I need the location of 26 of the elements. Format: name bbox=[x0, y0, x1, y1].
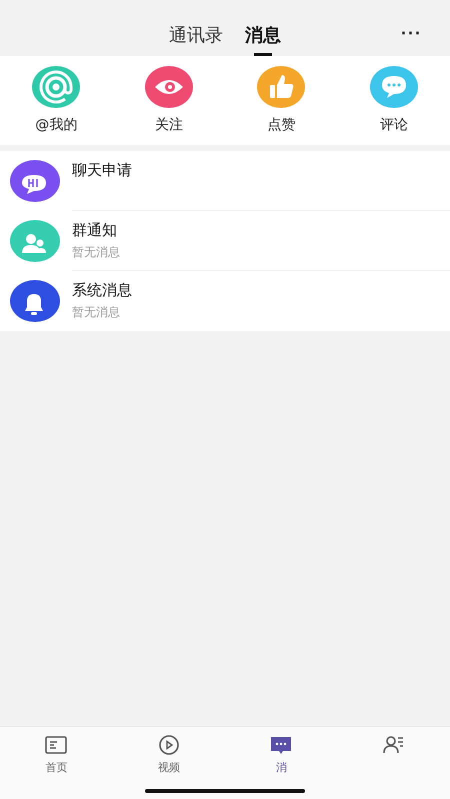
more-button[interactable]: ··· bbox=[395, 22, 428, 45]
news-icon bbox=[44, 734, 68, 756]
header-tab[interactable]: 消息 bbox=[245, 23, 281, 56]
tab-bar-item[interactable]: 消 bbox=[225, 733, 338, 789]
message-title[interactable]: 群通知 bbox=[72, 220, 450, 240]
thumbs-up-icon bbox=[257, 66, 306, 108]
at-sign-icon bbox=[32, 66, 80, 108]
message-title[interactable]: 聊天申请 bbox=[72, 161, 450, 180]
shortcut-button[interactable]: 点赞 bbox=[225, 65, 338, 135]
group-icon bbox=[10, 220, 60, 262]
eye-icon bbox=[144, 66, 193, 108]
tab-bar-item[interactable]: 视频 bbox=[112, 733, 225, 789]
shortcut-button[interactable]: @我的 bbox=[0, 65, 112, 135]
bell-icon bbox=[10, 280, 60, 322]
shortcut-button[interactable]: 评论 bbox=[338, 65, 450, 135]
profile-icon bbox=[382, 734, 406, 756]
header-tab[interactable]: 通讯录 bbox=[169, 23, 223, 56]
message-subtitle: 暂无消息 bbox=[72, 244, 121, 260]
message-title[interactable]: 系统消息 bbox=[72, 281, 450, 300]
shortcut-button[interactable]: 关注 bbox=[112, 65, 225, 135]
play-icon bbox=[156, 734, 181, 756]
chat-icon bbox=[269, 734, 294, 756]
comment-icon bbox=[370, 66, 418, 108]
chat-bubble-icon bbox=[10, 160, 60, 202]
message-subtitle: 暂无消息 bbox=[72, 304, 121, 321]
tab-bar-item[interactable]: 首页 bbox=[0, 733, 112, 789]
